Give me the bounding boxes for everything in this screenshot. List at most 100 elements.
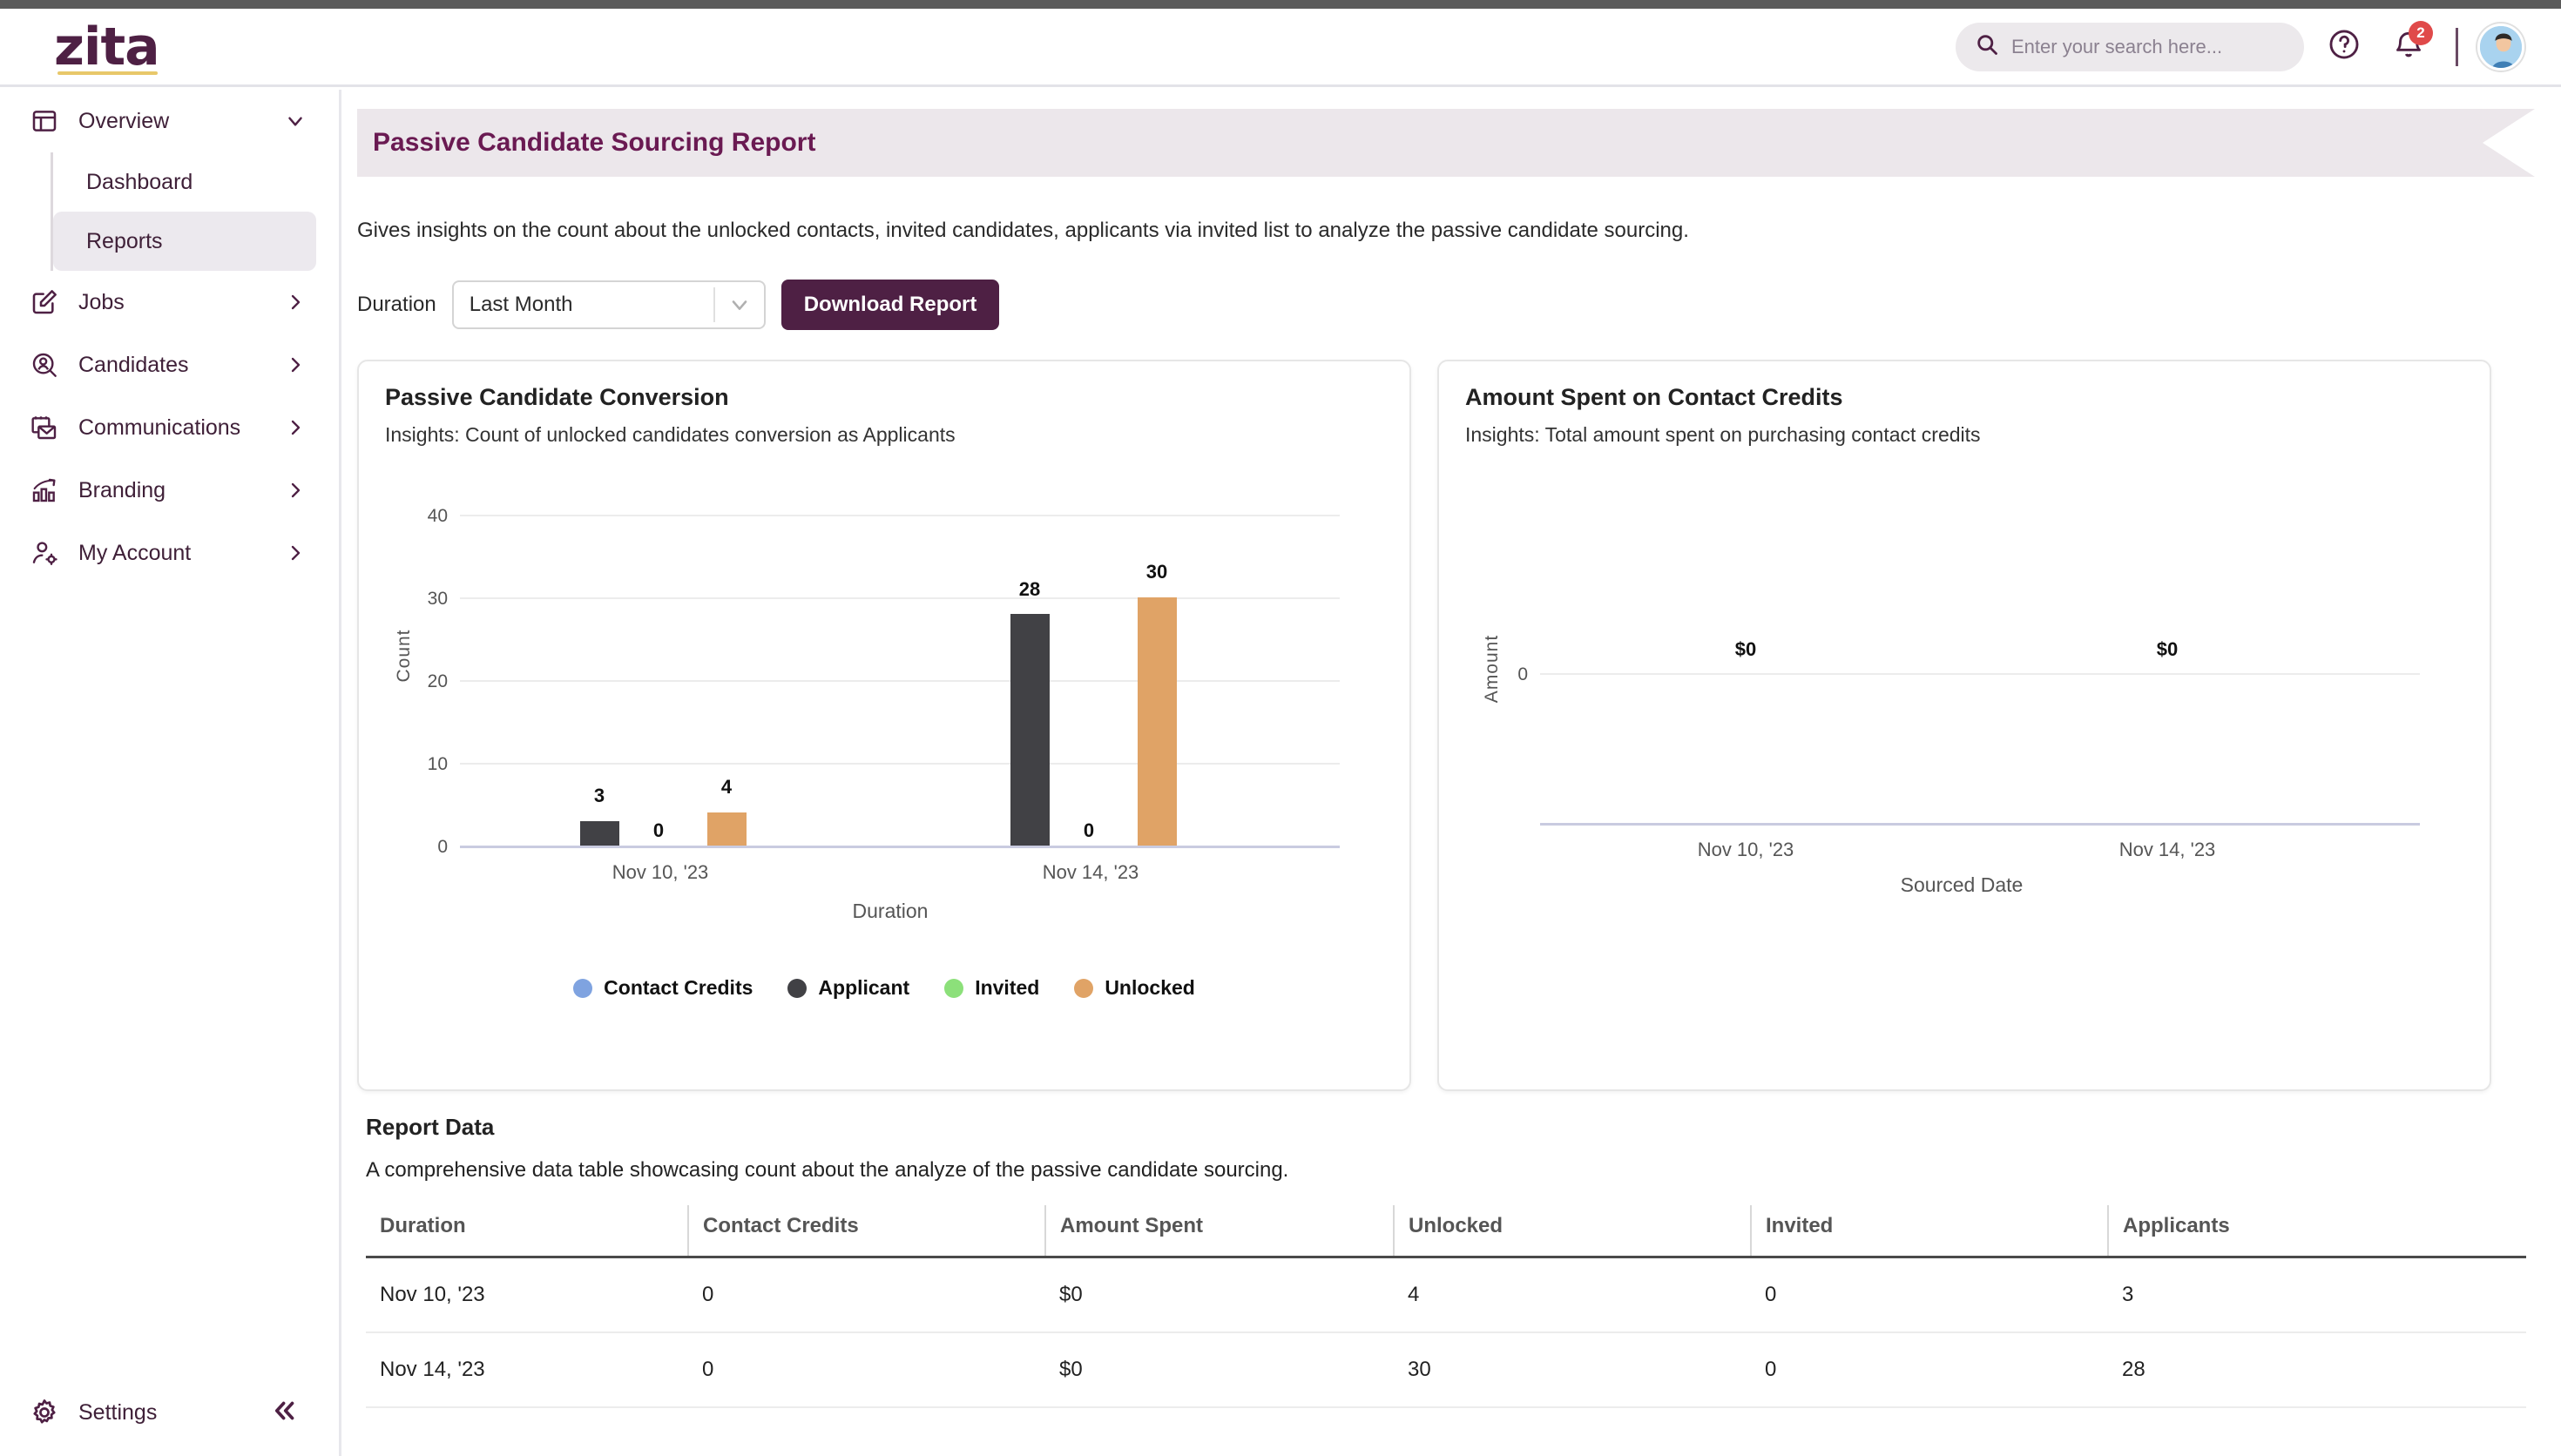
y-tick: 0 — [437, 837, 448, 857]
layout-dashboard-icon — [30, 106, 59, 136]
bar-value-label: 0 — [652, 819, 665, 841]
chart-title: Passive Candidate Conversion — [385, 384, 729, 410]
chevron-right-icon[interactable] — [283, 543, 307, 563]
sidebar-item-label: Jobs — [78, 289, 125, 314]
legend-item-unlocked[interactable]: Unlocked — [1074, 976, 1195, 1000]
help-circle-icon — [2328, 28, 2361, 65]
bar-value-label: $0 — [2156, 638, 2179, 660]
main-content: Passive Candidate Sourcing Report Gives … — [341, 90, 2561, 1456]
chevron-right-icon[interactable] — [283, 292, 307, 313]
legend-item-invited[interactable]: Invited — [944, 976, 1039, 1000]
chart-legend: Contact Credits Applicant Invited Unlock… — [385, 976, 1383, 1000]
bar-value-label: 30 — [1145, 561, 1168, 583]
y-tick: 10 — [427, 754, 448, 774]
window-chrome-strip — [0, 0, 2561, 9]
help-button[interactable] — [2320, 23, 2368, 71]
table-row[interactable]: Nov 14, '23 0 $0 30 0 28 — [366, 1332, 2526, 1408]
x-tick: Nov 10, '23 — [1697, 839, 1794, 860]
gridline — [460, 763, 1340, 765]
sidebar-item-label: Overview — [78, 108, 170, 133]
search-input[interactable]: Enter your search here... — [2011, 36, 2222, 58]
app-logo[interactable]: zita — [54, 21, 160, 75]
sidebar-item-settings-label[interactable]: Settings — [78, 1400, 251, 1426]
avatar[interactable] — [2477, 23, 2524, 71]
page-header-banner: Passive Candidate Sourcing Report — [357, 109, 2535, 177]
charts-row: Passive Candidate Conversion Insights: C… — [357, 360, 2561, 1091]
cell-amount-spent: $0 — [1045, 1332, 1394, 1408]
report-data-title: Report Data — [366, 1114, 495, 1140]
table-col-duration[interactable]: Duration — [366, 1205, 688, 1258]
sidebar-item-label: My Account — [78, 540, 192, 565]
notifications-button[interactable]: 2 — [2384, 20, 2433, 71]
logo-underline — [57, 71, 158, 75]
table-col-contact-credits[interactable]: Contact Credits — [687, 1205, 1045, 1258]
legend-label: Invited — [975, 976, 1040, 999]
logo-text: zita — [54, 16, 160, 78]
table-col-invited[interactable]: Invited — [1750, 1205, 2108, 1258]
report-data-section: Report Data A comprehensive data table s… — [366, 1114, 2526, 1408]
cell-amount-spent: $0 — [1045, 1257, 1394, 1333]
report-controls: Duration Last Month Download Report — [357, 280, 2561, 330]
x-axis-label: Sourced Date — [1900, 873, 2024, 896]
table-col-applicants[interactable]: Applicants — [2107, 1205, 2526, 1258]
gear-icon[interactable] — [30, 1398, 59, 1427]
page-description: Gives insights on the count about the un… — [357, 219, 1689, 242]
sidebar-item-jobs[interactable]: Jobs — [0, 271, 339, 334]
legend-item-applicant[interactable]: Applicant — [787, 976, 909, 1000]
bar-chart-amount-spent: Amount 0 $0 $0 Nov 10, '23 Nov 14, '23 S… — [1465, 471, 2467, 1081]
chart-subtitle: Insights: Count of unlocked candidates c… — [385, 423, 956, 446]
bar-unlocked-nov10[interactable] — [707, 812, 747, 846]
x-axis-line — [460, 846, 1340, 848]
chevron-right-icon[interactable] — [283, 354, 307, 375]
duration-select[interactable]: Last Month — [451, 280, 766, 329]
table-col-amount-spent[interactable]: Amount Spent — [1044, 1205, 1394, 1258]
cell-applicants: 28 — [2108, 1332, 2526, 1408]
sidebar-item-candidates[interactable]: Candidates — [0, 334, 339, 396]
sidebar-subnav-overview: Dashboard Reports — [51, 152, 339, 271]
sidebar-item-label: Branding — [78, 477, 166, 502]
bar-applicant-nov14[interactable] — [1010, 614, 1050, 846]
legend-label: Applicant — [818, 976, 910, 999]
chevron-down-icon[interactable] — [283, 110, 307, 132]
legend-label: Contact Credits — [604, 976, 753, 999]
sidebar-item-overview[interactable]: Overview — [0, 90, 339, 152]
gridline — [460, 680, 1340, 682]
legend-label: Unlocked — [1105, 976, 1195, 999]
cell-applicants: 3 — [2108, 1257, 2526, 1333]
cell-invited: 0 — [1751, 1332, 2108, 1408]
search-box[interactable]: Enter your search here... — [1956, 22, 2304, 71]
top-bar-actions: Enter your search here... 2 — [1956, 20, 2524, 71]
download-report-button[interactable]: Download Report — [780, 280, 1000, 330]
gridline — [460, 597, 1340, 599]
table-row[interactable]: Nov 10, '23 0 $0 4 0 3 — [366, 1257, 2526, 1333]
page-title: Passive Candidate Sourcing Report — [373, 128, 816, 157]
chevron-right-icon[interactable] — [283, 480, 307, 501]
bar-unlocked-nov14[interactable] — [1138, 597, 1177, 846]
legend-item-contact-credits[interactable]: Contact Credits — [573, 976, 753, 1000]
top-bar: zita Enter your search here... 2 — [0, 9, 2561, 87]
cell-duration: Nov 14, '23 — [366, 1332, 688, 1408]
duration-select-value: Last Month — [469, 293, 573, 316]
chevron-down-icon[interactable] — [713, 287, 764, 322]
sidebar-item-my-account[interactable]: My Account — [0, 522, 339, 584]
x-axis-label: Duration — [852, 900, 929, 922]
legend-dot — [944, 978, 964, 998]
x-axis-line — [1540, 823, 2420, 826]
sidebar-item-reports[interactable]: Reports — [53, 212, 316, 271]
bar-value-label: 3 — [593, 785, 605, 806]
report-data-table: Duration Contact Credits Amount Spent Un… — [366, 1205, 2526, 1408]
sidebar-item-dashboard[interactable]: Dashboard — [53, 152, 316, 212]
table-col-unlocked[interactable]: Unlocked — [1393, 1205, 1751, 1258]
chevron-right-icon[interactable] — [283, 417, 307, 438]
sidebar-item-branding[interactable]: Branding — [0, 459, 339, 522]
cell-contact-credits: 0 — [688, 1332, 1045, 1408]
y-tick: 20 — [427, 671, 448, 691]
chevrons-left-icon[interactable] — [270, 1396, 300, 1430]
sidebar-item-label: Communications — [78, 415, 241, 440]
bar-applicant-nov10[interactable] — [580, 820, 619, 846]
sidebar-item-communications[interactable]: Communications — [0, 396, 339, 459]
x-tick: Nov 14, '23 — [1042, 861, 1139, 883]
user-search-icon — [30, 350, 59, 380]
legend-dot — [573, 978, 593, 998]
table-header-row: Duration Contact Credits Amount Spent Un… — [366, 1205, 2526, 1258]
